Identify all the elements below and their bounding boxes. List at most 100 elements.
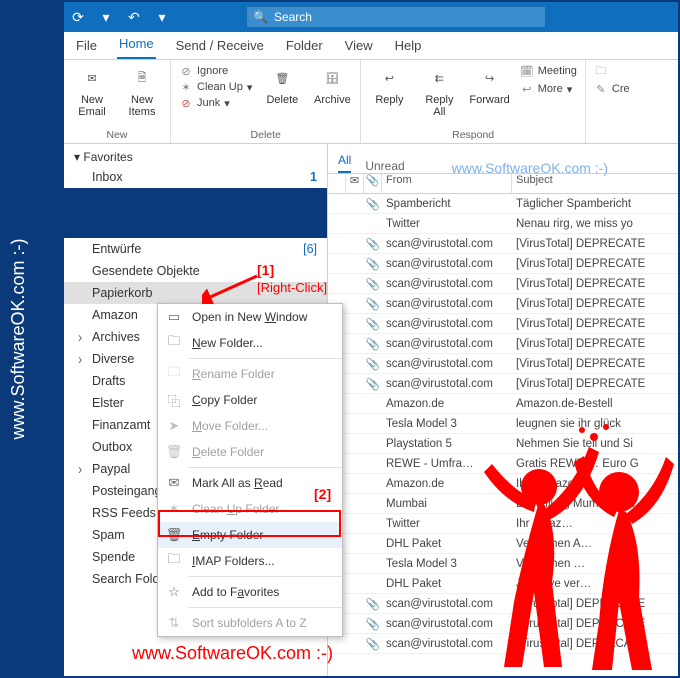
mail-row[interactable]: TwitterIhr Amaz… [328, 514, 678, 534]
ribbon: ✉ New Email 🗎 New Items New ⊘Ignore ✶Cle… [64, 60, 678, 144]
ctx-empty-folder[interactable]: 🗑Empty Folder [158, 522, 342, 548]
dropdown2-icon[interactable]: ▾ [148, 3, 176, 31]
mail-row[interactable]: 📎scan@virustotal.com[VirusTotal] DEPRECA… [328, 594, 678, 614]
mail-row[interactable]: 📎scan@virustotal.com[VirusTotal] DEPRECA… [328, 634, 678, 654]
context-menu: ▭Open in New Window 🗀New Folder... 🗀Rena… [157, 303, 343, 637]
new-email-button[interactable]: ✉ New Email [72, 64, 112, 118]
replyall-icon: ⇇ [425, 64, 453, 92]
menu-sendreceive[interactable]: Send / Receive [174, 34, 266, 59]
mail-pane: All Unread ✉ 📎 From Subject 📎Spambericht… [328, 144, 678, 676]
mailread-icon: ✉ [166, 475, 182, 491]
forward-button[interactable]: ↪Forward [469, 64, 509, 106]
search-input[interactable]: 🔍 Search [246, 6, 546, 28]
undo-icon[interactable]: ↶ [120, 3, 148, 31]
ctx-move: ➤Move Folder... [158, 413, 342, 439]
ctx-new-folder[interactable]: 🗀New Folder... [158, 330, 342, 356]
mail-columns: ✉ 📎 From Subject [328, 174, 678, 194]
envelope-icon: ✉ [78, 64, 106, 92]
mail-list[interactable]: 📎SpamberichtTäglicher SpamberichtTwitter… [328, 194, 678, 676]
folder-icon: 🗀 [166, 335, 182, 351]
new-email-label: New Email [74, 94, 110, 118]
mail-row[interactable]: 📎scan@virustotal.com[VirusTotal] DEPRECA… [328, 354, 678, 374]
mail-row[interactable]: 📎scan@virustotal.com[VirusTotal] DEPRECA… [328, 234, 678, 254]
star-icon: ☆ [166, 584, 182, 600]
col-subject[interactable]: Subject [512, 174, 678, 193]
delete-button[interactable]: 🗑 Delete [262, 64, 302, 106]
quick-row1[interactable]: 🗀 [594, 64, 630, 78]
favorites-header[interactable]: ▾ Favorites [64, 144, 327, 166]
archive-button[interactable]: 🗄 Archive [312, 64, 352, 106]
mail-row[interactable]: Amazon.deIhre Amazon… [328, 474, 678, 494]
menu-file[interactable]: File [74, 34, 99, 59]
forward-icon: ↪ [476, 64, 504, 92]
search-placeholder: Search [274, 10, 312, 24]
sort-icon: ⇅ [166, 615, 182, 631]
mail-row[interactable]: 📎scan@virustotal.com[VirusTotal] DEPRECA… [328, 294, 678, 314]
group-delete-label: Delete [179, 127, 352, 141]
ctx-sort: ⇅Sort subfolders A to Z [158, 610, 342, 636]
mail-row[interactable]: 📎scan@virustotal.com[VirusTotal] DEPRECA… [328, 334, 678, 354]
decorative-block [64, 188, 327, 238]
mail-row[interactable]: 📎scan@virustotal.com[VirusTotal] DEPRECA… [328, 314, 678, 334]
move-icon: 🗀 [594, 64, 608, 78]
mail-row[interactable]: TwitterNenau rirg, we miss yo [328, 214, 678, 234]
mail-row[interactable]: MumbaiBestellung Mumbai: Lie [328, 494, 678, 514]
ribbon-group-quick: 🗀 ✎Cre [586, 60, 638, 143]
mail-row[interactable]: DHL PaketVersuchen A… [328, 534, 678, 554]
ignore-button[interactable]: ⊘Ignore [179, 64, 252, 78]
ribbon-group-new: ✉ New Email 🗎 New Items New [64, 60, 171, 143]
menu-home[interactable]: Home [117, 32, 156, 59]
move-icon: ➤ [166, 418, 182, 434]
mail-row[interactable]: Playstation 5Nehmen Sie teil und Si [328, 434, 678, 454]
create-button[interactable]: ✎Cre [594, 82, 630, 96]
mail-row[interactable]: REWE - Umfra…Gratis REWE … Euro G [328, 454, 678, 474]
mail-row[interactable]: 📎scan@virustotal.com[VirusTotal] DEPRECA… [328, 374, 678, 394]
cleanup-button[interactable]: ✶Clean Up ▾ [179, 80, 252, 94]
ctx-copy[interactable]: ⿻Copy Folder [158, 387, 342, 413]
copy-icon: ⿻ [166, 392, 182, 408]
mail-row[interactable]: 📎scan@virustotal.com[VirusTotal] DEPRECA… [328, 614, 678, 634]
mail-row[interactable]: 📎scan@virustotal.com[VirusTotal] DEPRECA… [328, 254, 678, 274]
new-items-label: New Items [124, 94, 160, 118]
search-icon: 🔍 [253, 10, 268, 24]
ctx-delete: 🗑Delete Folder [158, 439, 342, 465]
trash-icon: 🗑 [268, 64, 296, 92]
mail-row[interactable]: DHL PaketJetzt live ver… [328, 574, 678, 594]
mail-row[interactable]: 📎scan@virustotal.com[VirusTotal] DEPRECA… [328, 274, 678, 294]
sync-icon[interactable]: ⟳ [64, 3, 92, 31]
nav-entwuerfe[interactable]: Entwürfe[6] [64, 238, 327, 260]
calendar-icon: 🗓 [520, 64, 534, 78]
more-button[interactable]: ↩More ▾ [520, 82, 577, 96]
ctx-open-new-window[interactable]: ▭Open in New Window [158, 304, 342, 330]
window-icon: ▭ [166, 309, 182, 325]
junk-button[interactable]: ⊘Junk ▾ [179, 96, 252, 110]
group-respond-label: Respond [369, 127, 576, 141]
menubar: File Home Send / Receive Folder View Hel… [64, 32, 678, 60]
mail-row[interactable]: Tesla Model 3leugnen sie ihr glück [328, 414, 678, 434]
reply-button[interactable]: ↩Reply [369, 64, 409, 106]
ctx-imap[interactable]: 🗀IMAP Folders... [158, 548, 342, 574]
meeting-button[interactable]: 🗓Meeting [520, 64, 577, 78]
new-items-button[interactable]: 🗎 New Items [122, 64, 162, 118]
replyall-button[interactable]: ⇇Reply All [419, 64, 459, 118]
nav-inbox[interactable]: Inbox1 [64, 166, 327, 188]
ribbon-group-delete: ⊘Ignore ✶Clean Up ▾ ⊘Junk ▾ 🗑 Delete 🗄 A… [171, 60, 361, 143]
menu-view[interactable]: View [343, 34, 375, 59]
empty-icon: 🗑 [166, 527, 182, 543]
ctx-rename: 🗀Rename Folder [158, 361, 342, 387]
tab-unread[interactable]: Unread [365, 159, 404, 173]
menu-help[interactable]: Help [393, 34, 424, 59]
col-from[interactable]: From [382, 174, 512, 193]
col-attachment[interactable]: 📎 [364, 174, 382, 193]
watermark-vertical: www.SoftwareOK.com :-) [8, 238, 29, 439]
mail-row[interactable]: 📎SpamberichtTäglicher Spambericht [328, 194, 678, 214]
dropdown-icon[interactable]: ▾ [92, 3, 120, 31]
mail-row[interactable]: Tesla Model 3Versuchen … [328, 554, 678, 574]
tab-all[interactable]: All [338, 153, 351, 173]
ctx-add-favorites[interactable]: ☆Add to Favorites [158, 579, 342, 605]
nav-gesendete[interactable]: Gesendete Objekte [64, 260, 327, 282]
mail-row[interactable]: Amazon.deAmazon.de-Bestell [328, 394, 678, 414]
watermark-footer: www.SoftwareOK.com :-) [132, 643, 333, 664]
menu-folder[interactable]: Folder [284, 34, 325, 59]
col-envelope[interactable]: ✉ [346, 174, 364, 193]
